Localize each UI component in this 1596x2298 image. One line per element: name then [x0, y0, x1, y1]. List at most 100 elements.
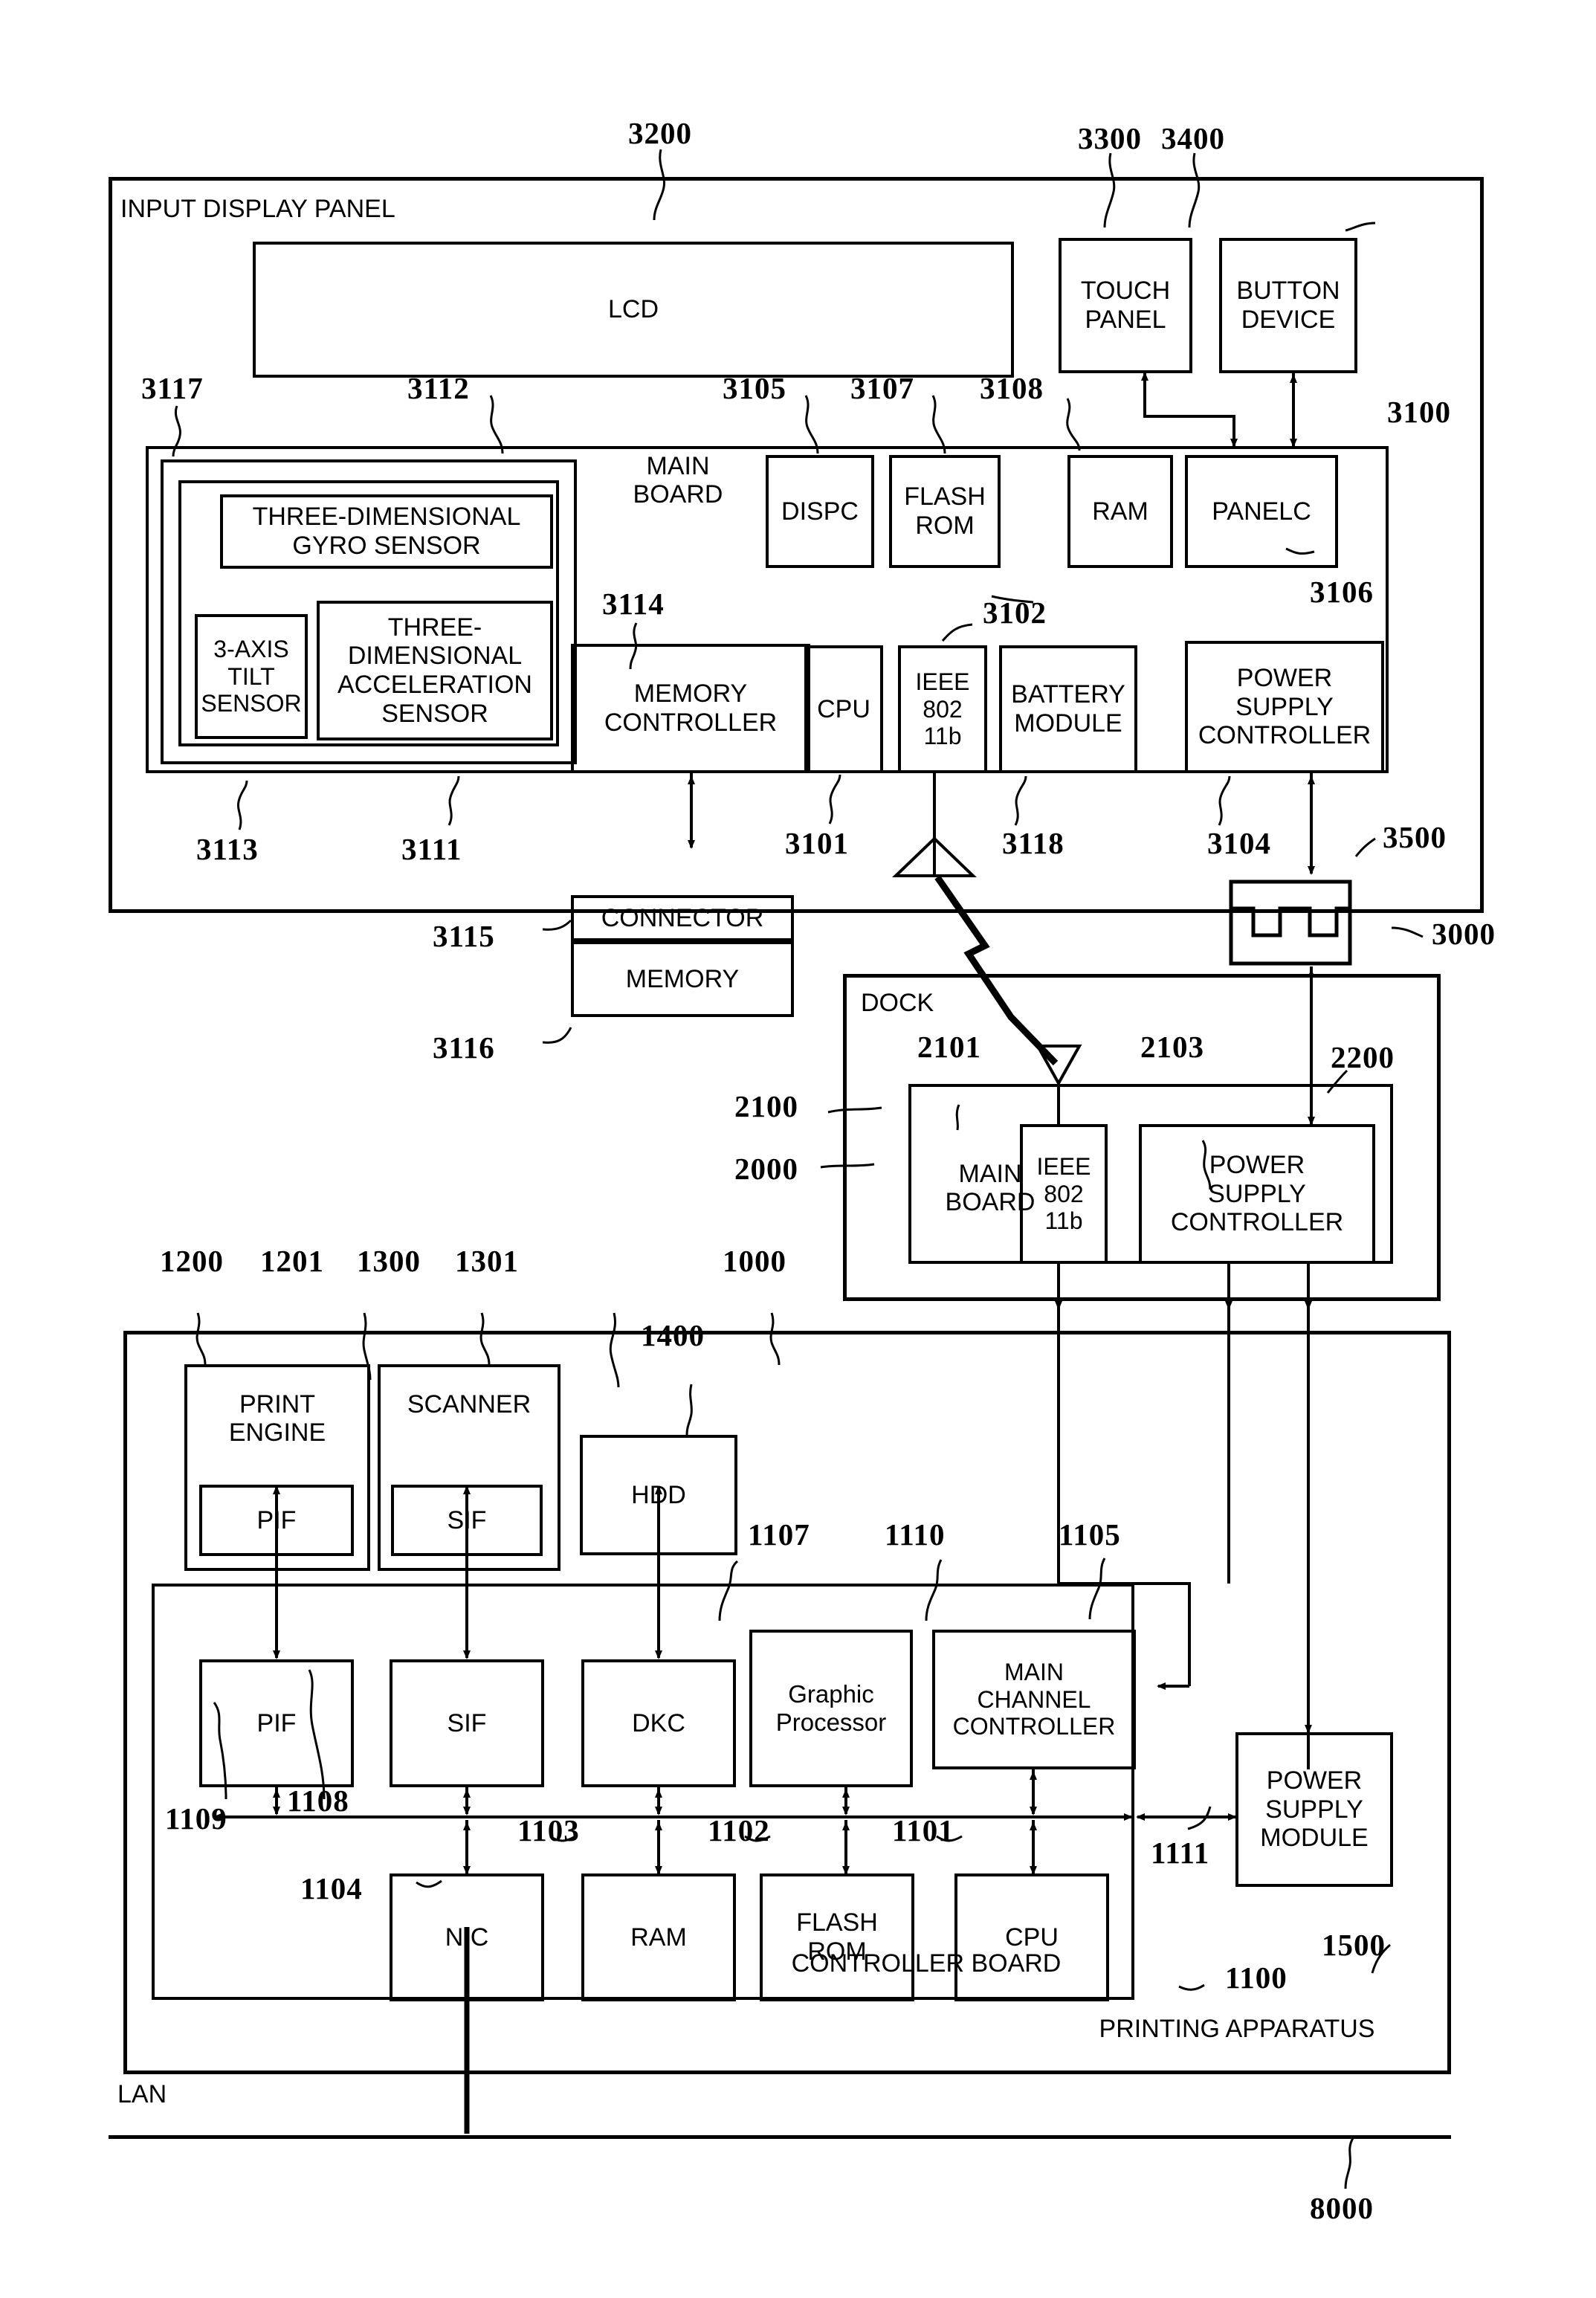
lan-bus-line — [109, 2135, 1451, 2139]
scanner-sif-label: SIF — [447, 1505, 487, 1534]
ref-2100: 2100 — [734, 1089, 798, 1123]
ref-3500: 3500 — [1383, 820, 1447, 854]
ref-2103: 2103 — [1140, 1030, 1204, 1064]
touch-panel-box: TOUCH PANEL — [1059, 238, 1192, 373]
ref-3300: 3300 — [1078, 121, 1142, 155]
print-engine-pif-box: PIF — [199, 1485, 354, 1556]
accel-sensor-box: THREE- DIMENSIONAL ACCELERATION SENSOR — [317, 601, 553, 740]
ref-3114: 3114 — [602, 587, 665, 621]
ref-1300: 1300 — [357, 1244, 421, 1278]
printing-apparatus-title: PRINTING APPARATUS — [1099, 2015, 1375, 2043]
tilt-sensor-label: 3-AXIS TILT SENSOR — [201, 636, 302, 717]
ref-3111: 3111 — [401, 832, 462, 866]
ref-1102: 1102 — [708, 1813, 770, 1847]
lcd-box: LCD — [253, 242, 1014, 378]
button-device-box: BUTTON DEVICE — [1219, 238, 1357, 373]
ref-1000: 1000 — [723, 1244, 786, 1278]
ref-1500: 1500 — [1322, 1928, 1386, 1962]
ref-1200: 1200 — [160, 1244, 224, 1278]
ref-3104: 3104 — [1207, 826, 1271, 860]
dispc-label: DISPC — [781, 497, 859, 526]
ref-1109: 1109 — [165, 1801, 227, 1836]
controller-ram-box: RAM — [581, 1873, 736, 2001]
power-supply-module-label: POWER SUPPLY MODULE — [1260, 1766, 1369, 1853]
ref-1400: 1400 — [641, 1318, 705, 1352]
ref-2101: 2101 — [917, 1030, 981, 1064]
panel-flash-rom-box: FLASH ROM — [889, 455, 1001, 568]
print-engine-label: PRINT ENGINE — [228, 1390, 326, 1447]
ref-1100: 1100 — [1225, 1960, 1288, 1995]
memory-controller-box: MEMORY CONTROLLER — [571, 644, 810, 773]
panel-cpu-label: CPU — [817, 694, 870, 723]
ref-3117: 3117 — [141, 371, 204, 405]
dkc-box: DKC — [581, 1659, 736, 1787]
ref-3116: 3116 — [433, 1030, 495, 1065]
gyro-sensor-label: THREE-DIMENSIONAL GYRO SENSOR — [252, 503, 521, 560]
ref-1301: 1301 — [455, 1244, 519, 1278]
scanner-label: SCANNER — [407, 1390, 532, 1419]
controller-ram-label: RAM — [630, 1923, 687, 1952]
ref-3106: 3106 — [1310, 575, 1374, 609]
tilt-sensor-box: 3-AXIS TILT SENSOR — [195, 614, 308, 739]
gyro-sensor-box: THREE-DIMENSIONAL GYRO SENSOR — [220, 494, 553, 569]
panel-cpu-box: CPU — [804, 645, 883, 773]
ref-3108: 3108 — [980, 371, 1044, 405]
figure-sheet: INPUT DISPLAY PANEL 3200 LCD TOUCH PANEL… — [0, 0, 1596, 2298]
graphic-processor-label: Graphic Processor — [775, 1680, 887, 1736]
ref-1201: 1201 — [260, 1244, 324, 1278]
ref-3115: 3115 — [433, 919, 495, 953]
dkc-label: DKC — [632, 1708, 685, 1737]
nic-label: NIC — [445, 1923, 489, 1952]
hdd-box: HDD — [580, 1435, 737, 1555]
panel-connector-box: CONNECTOR — [571, 895, 794, 941]
dispc-box: DISPC — [766, 455, 874, 568]
ref-1111: 1111 — [1151, 1836, 1210, 1870]
dock-power-supply-controller-label: POWER SUPPLY CONTROLLER — [1170, 1150, 1344, 1237]
ref-3101: 3101 — [785, 826, 849, 860]
touch-panel-label: TOUCH PANEL — [1080, 277, 1171, 334]
lan-label: LAN — [117, 2080, 167, 2108]
nic-box: NIC — [390, 1873, 544, 2001]
panel-connector-label: CONNECTOR — [601, 903, 764, 932]
ref-1105: 1105 — [1059, 1517, 1121, 1552]
panel-flash-rom-label: FLASH ROM — [904, 482, 986, 540]
ref-3107: 3107 — [850, 371, 914, 405]
panel-memory-label: MEMORY — [625, 964, 740, 993]
controller-sif-box: SIF — [390, 1659, 544, 1787]
ref-3100: 3100 — [1387, 395, 1451, 429]
ref-1110: 1110 — [885, 1517, 946, 1552]
main-channel-controller-box: MAIN CHANNEL CONTROLLER — [932, 1630, 1136, 1769]
controller-pif-box: PIF — [199, 1659, 354, 1787]
ref-1103: 1103 — [517, 1813, 580, 1847]
dock-title: DOCK — [861, 989, 934, 1017]
ref-3200: 3200 — [628, 116, 692, 150]
controller-flash-rom-box: FLASH ROM — [760, 1873, 914, 2001]
ref-3102: 3102 — [983, 596, 1047, 630]
panel-power-supply-controller-box: POWER SUPPLY CONTROLLER — [1185, 641, 1384, 773]
scanner-sif-box: SIF — [391, 1485, 543, 1556]
panel-ram-box: RAM — [1067, 455, 1173, 568]
lcd-label: LCD — [607, 295, 659, 324]
panel-ram-label: RAM — [1092, 497, 1148, 526]
input-display-panel-title: INPUT DISPLAY PANEL — [120, 195, 395, 223]
panel-ieee80211b-label: IEEE 802 11b — [915, 668, 970, 750]
dock-power-supply-controller-box: POWER SUPPLY CONTROLLER — [1139, 1124, 1375, 1264]
power-supply-module-box: POWER SUPPLY MODULE — [1235, 1732, 1393, 1887]
button-device-label: BUTTON DEVICE — [1236, 277, 1340, 334]
panelc-box: PANELC — [1185, 455, 1338, 568]
accel-sensor-label: THREE- DIMENSIONAL ACCELERATION SENSOR — [337, 613, 532, 728]
panel-main-board-title: MAIN BOARD — [633, 452, 723, 509]
panelc-label: PANELC — [1212, 497, 1311, 526]
graphic-processor-box: Graphic Processor — [749, 1630, 913, 1787]
ref-3112: 3112 — [407, 371, 470, 405]
panel-power-supply-controller-label: POWER SUPPLY CONTROLLER — [1198, 663, 1372, 750]
controller-cpu-label: CPU — [1005, 1923, 1059, 1952]
ref-3000: 3000 — [1432, 917, 1496, 951]
memory-controller-label: MEMORY CONTROLLER — [604, 680, 778, 737]
panel-ieee80211b-box: IEEE 802 11b — [898, 645, 987, 773]
ref-1108: 1108 — [287, 1784, 349, 1818]
battery-module-label: BATTERY MODULE — [1011, 680, 1125, 738]
ref-2000: 2000 — [734, 1152, 798, 1186]
hdd-label: HDD — [631, 1480, 686, 1509]
dock-ieee80211b-box: IEEE 802 11b — [1020, 1124, 1108, 1264]
